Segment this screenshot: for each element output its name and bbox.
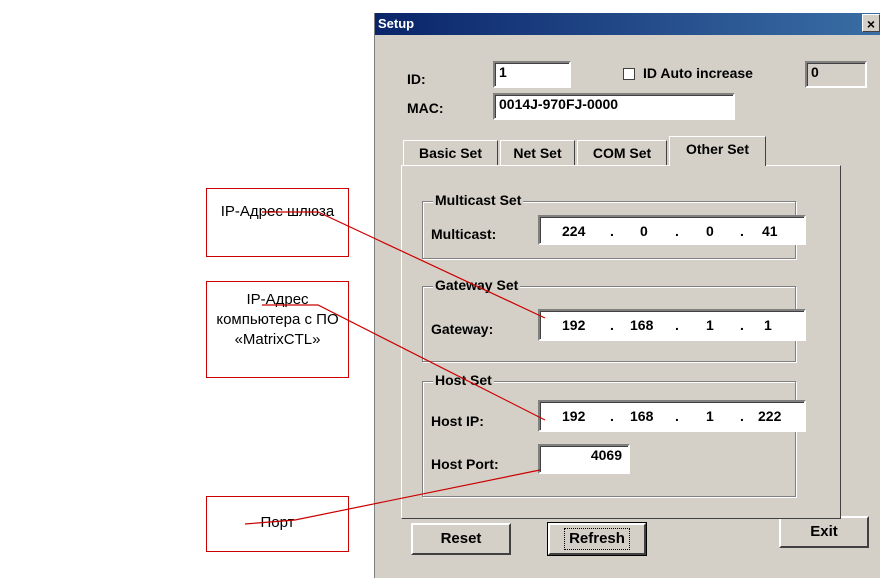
refresh-button-label: Refresh: [564, 528, 630, 550]
reset-button[interactable]: Reset: [411, 523, 511, 555]
callout-host-ip: IP-Адрес компьютера с ПО «MatrixCTL»: [206, 281, 349, 378]
host-ip-label: Host IP:: [431, 413, 484, 429]
tab-other-set[interactable]: Other Set: [669, 136, 766, 166]
id-value: 1: [499, 64, 507, 80]
id-input[interactable]: 1: [493, 61, 571, 88]
ip-octet: 1: [706, 408, 714, 424]
refresh-button[interactable]: Refresh: [547, 522, 647, 556]
gateway-set-legend: Gateway Set: [433, 277, 521, 293]
title-bar[interactable]: Setup ×: [375, 13, 880, 35]
setup-window: Setup × ID: 1 ID Auto increase 0 MAC: 00…: [374, 13, 880, 578]
ip-octet: 1: [764, 317, 772, 333]
ip-separator: .: [740, 408, 744, 424]
ip-separator: .: [610, 317, 614, 333]
ip-separator: .: [675, 408, 679, 424]
auto-increase-value: 0: [811, 64, 819, 80]
multicast-set-legend: Multicast Set: [433, 192, 524, 208]
ip-octet: 192: [562, 408, 586, 424]
host-set-legend: Host Set: [433, 372, 494, 388]
ip-separator: .: [675, 317, 679, 333]
ip-separator: .: [610, 223, 614, 239]
callout-host-ip-line3: «MatrixCTL»: [234, 331, 321, 348]
host-port-value: 4069: [590, 447, 622, 463]
mac-value: 0014J-970FJ-0000: [499, 96, 619, 112]
ip-octet: 0: [706, 223, 714, 239]
callout-port: Порт: [206, 496, 349, 552]
other-set-panel: Multicast Set Multicast: 224 . 0 . 0 . 4…: [401, 165, 841, 519]
auto-increase-value-field: 0: [805, 61, 867, 88]
mac-input[interactable]: 0014J-970FJ-0000: [493, 93, 735, 120]
ip-octet: 192: [562, 317, 586, 333]
ip-octet: 224: [562, 223, 586, 239]
gateway-ip-input[interactable]: 192 . 168 . 1 . 1: [538, 309, 806, 341]
multicast-set-group: Multicast Set Multicast: 224 . 0 . 0 . 4…: [422, 192, 806, 259]
exit-button[interactable]: Exit: [779, 516, 869, 548]
host-port-input[interactable]: 4069: [538, 444, 630, 474]
tab-basic-set[interactable]: Basic Set: [403, 140, 498, 166]
ip-octet: 168: [630, 317, 654, 333]
callout-port-text: Порт: [260, 514, 295, 531]
id-auto-increase-label: ID Auto increase: [643, 65, 753, 81]
multicast-label: Multicast:: [431, 226, 497, 242]
callout-gateway-ip: IP-Адрес шлюза: [206, 188, 349, 257]
close-icon[interactable]: ×: [862, 14, 880, 32]
id-auto-increase-checkbox[interactable]: [623, 68, 635, 80]
gateway-set-group: Gateway Set Gateway: 192 . 168 . 1 . 1: [422, 277, 806, 362]
tab-net-set[interactable]: Net Set: [500, 140, 575, 166]
multicast-ip-input[interactable]: 224 . 0 . 0 . 41: [538, 215, 806, 245]
ip-octet: 1: [706, 317, 714, 333]
ip-separator: .: [610, 408, 614, 424]
ip-octet: 222: [758, 408, 782, 424]
callout-host-ip-line1: IP-Адрес: [246, 291, 309, 308]
tab-com-set[interactable]: COM Set: [577, 140, 667, 166]
callout-host-ip-line2: компьютера с ПО: [216, 311, 339, 328]
id-label: ID:: [407, 71, 426, 87]
mac-label: MAC:: [407, 100, 444, 116]
host-set-group: Host Set Host IP: 192 . 168 . 1 . 222 Ho…: [422, 372, 806, 497]
gateway-label: Gateway:: [431, 321, 494, 337]
ip-octet: 168: [630, 408, 654, 424]
ip-separator: .: [675, 223, 679, 239]
ip-octet: 0: [640, 223, 648, 239]
ip-octet: 41: [762, 223, 778, 239]
ip-separator: .: [740, 223, 744, 239]
ip-separator: .: [740, 317, 744, 333]
host-ip-input[interactable]: 192 . 168 . 1 . 222: [538, 400, 806, 432]
window-title: Setup: [378, 16, 415, 31]
callout-gateway-ip-text: IP-Адрес шлюза: [220, 203, 335, 220]
host-port-label: Host Port:: [431, 456, 499, 472]
